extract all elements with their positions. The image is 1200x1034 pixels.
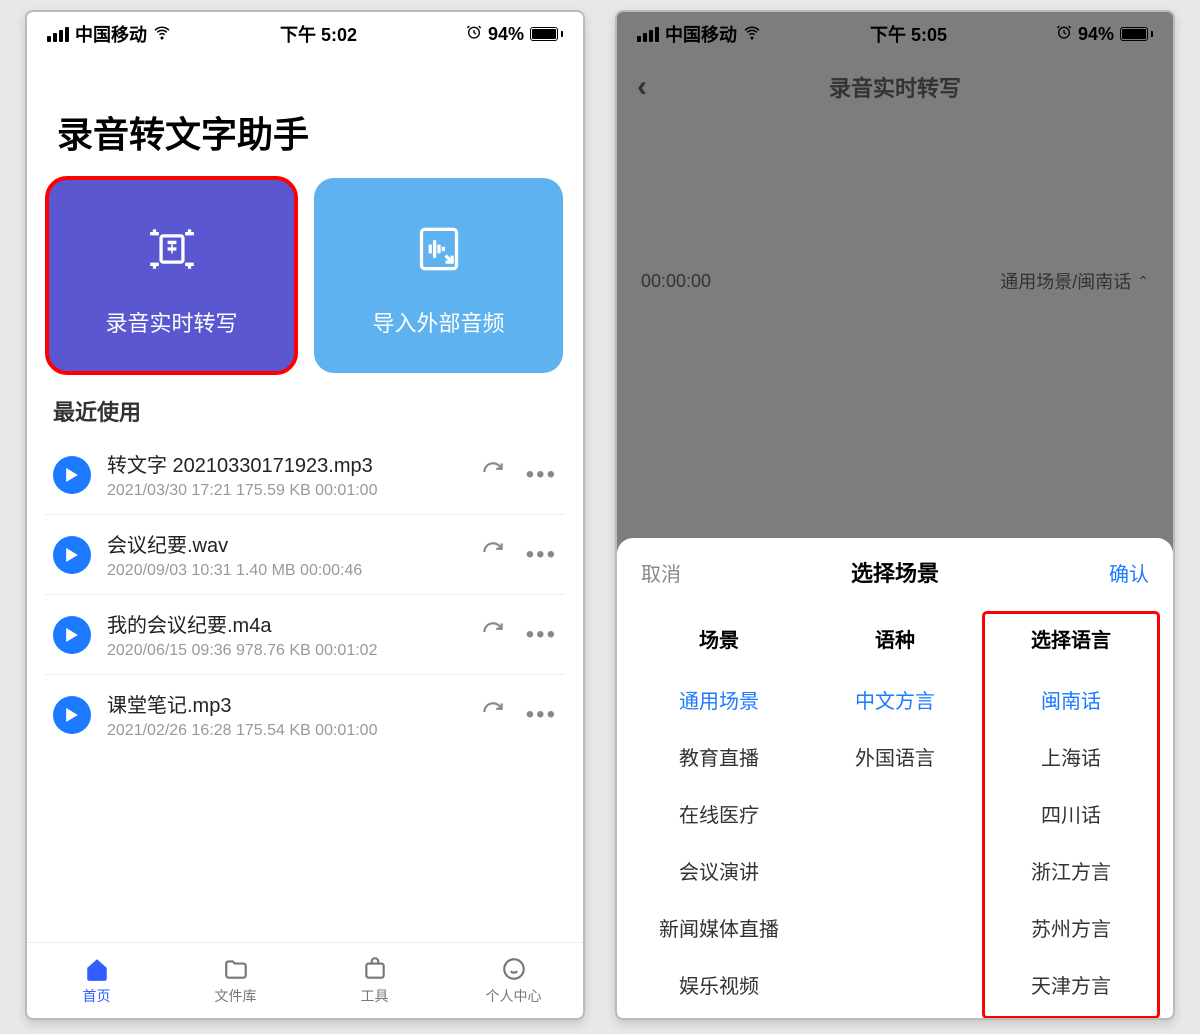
more-icon[interactable]: ••• — [526, 461, 557, 489]
header: ‹ 录音实时转写 — [617, 56, 1173, 118]
file-meta: 2021/03/30 17:21 175.59 KB 00:01:00 — [107, 482, 464, 500]
file-name: 转文字 20210330171923.mp3 — [107, 449, 464, 478]
file-meta: 2020/09/03 10:31 1.40 MB 00:00:46 — [107, 562, 464, 580]
play-icon[interactable] — [53, 456, 91, 494]
phone-right: 中国移动 下午 5:05 94% ‹ 录音实时转写 0 — [615, 10, 1175, 1020]
scene-column[interactable]: 场景 通用场景 教育直播 在线医疗 会议演讲 新闻媒体直播 娱乐视频 — [631, 612, 807, 1018]
refresh-icon[interactable] — [480, 619, 506, 650]
picker-sheet: 取消 选择场景 确认 场景 通用场景 教育直播 在线医疗 会议演讲 新闻媒体直播… — [617, 538, 1173, 1018]
carrier-label: 中国移动 — [75, 21, 147, 47]
timer-label: 00:00:00 — [641, 271, 711, 292]
col-item[interactable]: 教育直播 — [631, 728, 807, 785]
col-item[interactable]: 上海话 — [983, 728, 1159, 785]
refresh-icon[interactable] — [480, 459, 506, 490]
more-icon[interactable]: ••• — [526, 701, 557, 729]
col-header: 语种 — [875, 612, 915, 671]
col-item[interactable]: 新闻媒体直播 — [631, 899, 807, 956]
tab-label: 个人中心 — [486, 986, 542, 1006]
cancel-button[interactable]: 取消 — [641, 558, 681, 587]
card-label: 导入外部音频 — [372, 306, 504, 338]
file-item[interactable]: 课堂笔记.mp3 2021/02/26 16:28 175.54 KB 00:0… — [45, 675, 565, 754]
col-item[interactable]: 四川话 — [983, 785, 1159, 842]
battery-icon — [1120, 27, 1153, 41]
play-icon[interactable] — [53, 616, 91, 654]
langtype-column[interactable]: 语种 中文方言 外国语言 — [807, 612, 983, 1018]
file-name: 会议纪要.wav — [107, 529, 464, 558]
more-icon[interactable]: ••• — [526, 541, 557, 569]
carrier-label: 中国移动 — [665, 21, 737, 47]
tab-label: 工具 — [361, 986, 389, 1006]
recent-label: 最近使用 — [27, 373, 583, 435]
signal-icon — [637, 27, 659, 42]
realtime-transcribe-card[interactable]: T 录音实时转写 — [47, 178, 296, 373]
wifi-icon — [153, 23, 171, 46]
tab-files[interactable]: 文件库 — [166, 943, 305, 1018]
col-item[interactable]: 娱乐视频 — [631, 956, 807, 1013]
chevron-up-icon: ⌃ — [1137, 273, 1149, 290]
play-icon[interactable] — [53, 536, 91, 574]
signal-icon — [47, 27, 69, 42]
alarm-icon — [466, 24, 482, 45]
status-bar: 中国移动 下午 5:02 94% — [27, 12, 583, 56]
file-meta: 2021/02/26 16:28 175.54 KB 00:01:00 — [107, 722, 464, 740]
tab-profile[interactable]: 个人中心 — [444, 943, 583, 1018]
clock-label: 下午 5:02 — [280, 21, 357, 47]
battery-icon — [530, 27, 563, 41]
wifi-icon — [743, 23, 761, 46]
col-item[interactable]: 中文方言 — [807, 671, 983, 728]
phone-left: 中国移动 下午 5:02 94% 录音转文字助手 T — [25, 10, 585, 1020]
page-title: 录音转文字助手 — [27, 56, 583, 178]
svg-text:T: T — [167, 240, 176, 257]
language-selector[interactable]: 通用场景/闽南话 ⌃ — [1000, 268, 1149, 294]
col-item[interactable]: 在线医疗 — [631, 785, 807, 842]
col-item[interactable]: 通用场景 — [631, 671, 807, 728]
confirm-button[interactable]: 确认 — [1109, 558, 1149, 587]
back-icon[interactable]: ‹ — [637, 70, 647, 104]
tab-home[interactable]: 首页 — [27, 943, 166, 1018]
battery-percent: 94% — [488, 24, 524, 45]
file-item[interactable]: 我的会议纪要.m4a 2020/06/15 09:36 978.76 KB 00… — [45, 595, 565, 675]
header-title: 录音实时转写 — [829, 71, 961, 103]
col-header: 选择语言 — [1031, 612, 1111, 671]
col-item[interactable]: 外国语言 — [807, 728, 983, 785]
col-item[interactable]: 闽南话 — [983, 671, 1159, 728]
alarm-icon — [1056, 24, 1072, 45]
card-row: T 录音实时转写 导入外部音频 — [27, 178, 583, 373]
refresh-icon[interactable] — [480, 699, 506, 730]
file-meta: 2020/06/15 09:36 978.76 KB 00:01:02 — [107, 642, 464, 660]
file-item[interactable]: 转文字 20210330171923.mp3 2021/03/30 17:21 … — [45, 435, 565, 515]
more-icon[interactable]: ••• — [526, 621, 557, 649]
dialect-column[interactable]: 选择语言 闽南话 上海话 四川话 浙江方言 苏州方言 天津方言 — [983, 612, 1159, 1018]
file-name: 课堂笔记.mp3 — [107, 689, 464, 718]
tab-label: 文件库 — [215, 986, 257, 1006]
tabbar: 首页 文件库 工具 个人中心 — [27, 942, 583, 1018]
file-list: 转文字 20210330171923.mp3 2021/03/30 17:21 … — [27, 435, 583, 754]
col-item[interactable]: 浙江方言 — [983, 842, 1159, 899]
col-item[interactable]: 天津方言 — [983, 956, 1159, 1013]
language-value: 通用场景/闽南话 — [1000, 268, 1131, 294]
file-name: 我的会议纪要.m4a — [107, 609, 464, 638]
col-item[interactable]: 会议演讲 — [631, 842, 807, 899]
tab-tools[interactable]: 工具 — [305, 943, 444, 1018]
refresh-icon[interactable] — [480, 539, 506, 570]
tab-label: 首页 — [83, 986, 111, 1006]
battery-percent: 94% — [1078, 24, 1114, 45]
status-bar: 中国移动 下午 5:05 94% — [617, 12, 1173, 56]
col-header: 场景 — [699, 612, 739, 671]
file-item[interactable]: 会议纪要.wav 2020/09/03 10:31 1.40 MB 00:00:… — [45, 515, 565, 595]
sheet-title: 选择场景 — [851, 556, 939, 588]
card-label: 录音实时转写 — [105, 306, 237, 338]
import-audio-card[interactable]: 导入外部音频 — [314, 178, 563, 373]
play-icon[interactable] — [53, 696, 91, 734]
col-item[interactable]: 苏州方言 — [983, 899, 1159, 956]
clock-label: 下午 5:05 — [870, 21, 947, 47]
